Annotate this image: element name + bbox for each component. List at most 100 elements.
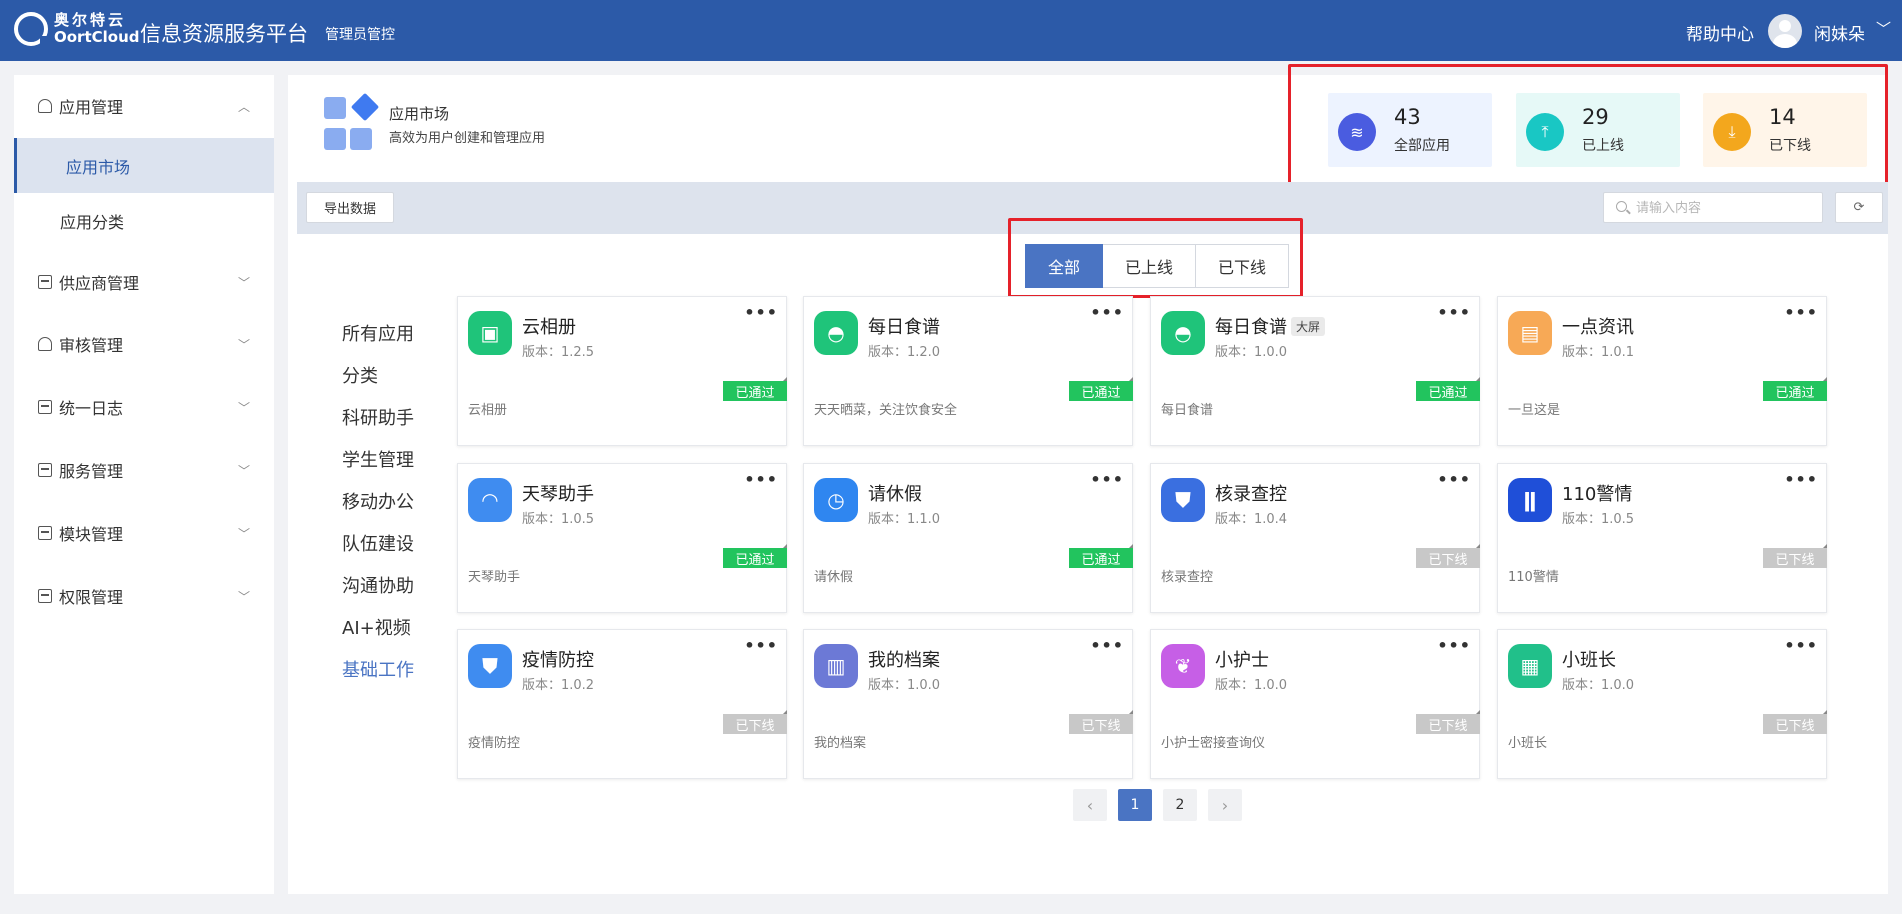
app-version: 版本：1.0.5 <box>1562 512 1635 527</box>
app-name: 核录查控 <box>1215 480 1287 506</box>
category-item[interactable]: AI+视频 <box>342 614 411 640</box>
refresh-button[interactable]: ⟳ <box>1835 192 1883 223</box>
app-tag: 大屏 <box>1291 317 1326 336</box>
app-card[interactable]: ◓ 每日食谱 大屏 版本：1.0.0 ••• 已通过 每日食谱 <box>1150 296 1480 446</box>
logo-en-text: OortCloud <box>54 28 140 46</box>
more-options-icon[interactable]: ••• <box>1784 636 1818 655</box>
more-options-icon[interactable]: ••• <box>1784 303 1818 322</box>
app-name: 110警情 <box>1562 480 1632 506</box>
box-icon <box>38 275 52 289</box>
username[interactable]: 闲妹朵 <box>1814 20 1865 45</box>
board-icon: ▦ <box>1508 644 1552 688</box>
app-name: 一点资讯 <box>1562 313 1634 339</box>
tab-online[interactable]: 已上线 <box>1103 244 1196 288</box>
app-description: 天琴助手 <box>468 570 521 585</box>
app-card[interactable]: ⛊ 核录查控 版本：1.0.4 ••• 已下线 核录查控 <box>1150 463 1480 613</box>
app-name-text: 一点资讯 <box>1562 317 1634 338</box>
more-options-icon[interactable]: ••• <box>1437 303 1471 322</box>
page-button-1[interactable]: 1 <box>1118 789 1152 821</box>
app-card[interactable]: ❦ 小护士 版本：1.0.0 ••• 已下线 小护士密接查询仪 <box>1150 629 1480 779</box>
app-description: 小护士密接查询仪 <box>1161 736 1266 751</box>
help-center-link[interactable]: 帮助中心 <box>1686 20 1754 45</box>
sidebar-item-label: 应用市场 <box>66 157 131 177</box>
category-item[interactable]: 沟通协助 <box>342 572 414 598</box>
app-name: 小班长 <box>1562 646 1616 672</box>
category-item[interactable]: 所有应用 <box>342 320 414 346</box>
dish-icon: ◓ <box>814 311 858 355</box>
chevron-down-icon: ﹀ <box>237 337 250 352</box>
status-tabs: 全部 已上线 已下线 <box>1025 244 1289 288</box>
stamp-icon <box>38 337 52 351</box>
status-badge: 已通过 <box>1069 544 1133 568</box>
shield-bolt-icon: ⛊ <box>468 644 512 688</box>
more-options-icon[interactable]: ••• <box>744 303 778 322</box>
more-options-icon[interactable]: ••• <box>1437 470 1471 489</box>
sidebar-item-app-category[interactable]: 应用分类 <box>14 193 274 248</box>
app-card[interactable]: ▤ 一点资讯 版本：1.0.1 ••• 已通过 一旦这是 <box>1497 296 1827 446</box>
sidebar-group-module[interactable]: 模块管理 ﹀ <box>14 502 274 564</box>
category-item[interactable]: 科研助手 <box>342 404 414 430</box>
status-badge: 已通过 <box>1763 377 1827 401</box>
status-badge: 已下线 <box>1416 710 1480 734</box>
more-options-icon[interactable]: ••• <box>1090 636 1124 655</box>
app-description: 天天晒菜，关注饮食安全 <box>814 403 958 418</box>
status-badge: 已通过 <box>1416 377 1480 401</box>
more-options-icon[interactable]: ••• <box>1437 636 1471 655</box>
avatar[interactable] <box>1768 14 1802 48</box>
app-card[interactable]: ▣ 云相册 版本：1.2.5 ••• 已通过 云相册 <box>457 296 787 446</box>
tab-all[interactable]: 全部 <box>1025 244 1103 288</box>
app-card[interactable]: ǁ 110警情 版本：1.0.5 ••• 已下线 110警情 <box>1497 463 1827 613</box>
category-item[interactable]: 移动办公 <box>342 488 414 514</box>
app-version: 版本：1.0.2 <box>522 678 595 693</box>
sidebar-group-supplier[interactable]: 供应商管理 ﹀ <box>14 251 274 313</box>
dish-icon: ◓ <box>1161 311 1205 355</box>
app-card[interactable]: ◷ 请休假 版本：1.1.0 ••• 已通过 请休假 <box>803 463 1133 613</box>
app-card[interactable]: ◓ 每日食谱 版本：1.2.0 ••• 已通过 天天晒菜，关注饮食安全 <box>803 296 1133 446</box>
more-options-icon[interactable]: ••• <box>1090 303 1124 322</box>
police-icon: ǁ <box>1508 478 1552 522</box>
app-card[interactable]: ▦ 小班长 版本：1.0.0 ••• 已下线 小班长 <box>1497 629 1827 779</box>
sidebar-group-label: 权限管理 <box>59 588 124 607</box>
more-options-icon[interactable]: ••• <box>744 470 778 489</box>
stat-all-apps: ≋ 43 全部应用 <box>1328 93 1492 167</box>
search-input[interactable] <box>1636 198 1816 218</box>
more-options-icon[interactable]: ••• <box>744 636 778 655</box>
tab-offline[interactable]: 已下线 <box>1196 244 1289 288</box>
more-options-icon[interactable]: ••• <box>1090 470 1124 489</box>
page-button-2[interactable]: 2 <box>1163 789 1197 821</box>
prev-page-button[interactable]: ‹ <box>1073 789 1107 821</box>
category-item-active[interactable]: 基础工作 <box>342 656 414 682</box>
top-header: 奥尔特云 OortCloud 信息资源服务平台 管理员管控 帮助中心 闲妹朵 ﹀ <box>0 0 1902 61</box>
category-item[interactable]: 队伍建设 <box>342 530 414 556</box>
chevron-up-icon: ︿ <box>237 99 250 114</box>
sidebar-group-app-management[interactable]: 应用管理 ︿ <box>14 75 274 137</box>
category-item[interactable]: 学生管理 <box>342 446 414 472</box>
app-card[interactable]: ⛊ 疫情防控 版本：1.0.2 ••• 已下线 疫情防控 <box>457 629 787 779</box>
next-page-button[interactable]: › <box>1208 789 1242 821</box>
more-options-icon[interactable]: ••• <box>1784 470 1818 489</box>
sidebar-group-service[interactable]: 服务管理 ﹀ <box>14 439 274 501</box>
stat-value: 29 <box>1582 105 1609 129</box>
sidebar-group-log[interactable]: 统一日志 ﹀ <box>14 376 274 438</box>
app-card[interactable]: ▥ 我的档案 版本：1.0.0 ••• 已下线 我的档案 <box>803 629 1133 779</box>
sidebar-item-app-market[interactable]: 应用市场 <box>14 138 274 193</box>
chevron-down-icon: ﹀ <box>237 463 250 478</box>
sidebar-group-audit[interactable]: 审核管理 ﹀ <box>14 313 274 375</box>
stat-value: 14 <box>1769 105 1796 129</box>
app-name-text: 请休假 <box>868 484 922 505</box>
sidebar-group-permission[interactable]: 权限管理 ﹀ <box>14 565 274 627</box>
app-description: 一旦这是 <box>1508 403 1561 418</box>
search-box[interactable] <box>1603 192 1823 223</box>
stat-value: 43 <box>1394 105 1421 129</box>
app-description: 云相册 <box>468 403 508 418</box>
category-item[interactable]: 分类 <box>342 362 378 388</box>
app-card[interactable]: ◠ 天琴助手 版本：1.0.5 ••• 已通过 天琴助手 <box>457 463 787 613</box>
app-name-text: 云相册 <box>522 317 576 338</box>
chevron-down-icon: ﹀ <box>237 589 250 604</box>
app-version: 版本：1.0.4 <box>1215 512 1288 527</box>
app-description: 我的档案 <box>814 736 867 751</box>
status-badge: 已下线 <box>723 710 787 734</box>
app-name-text: 核录查控 <box>1215 484 1287 505</box>
export-data-button[interactable]: 导出数据 <box>306 192 394 223</box>
chevron-down-icon[interactable]: ﹀ <box>1876 18 1891 39</box>
